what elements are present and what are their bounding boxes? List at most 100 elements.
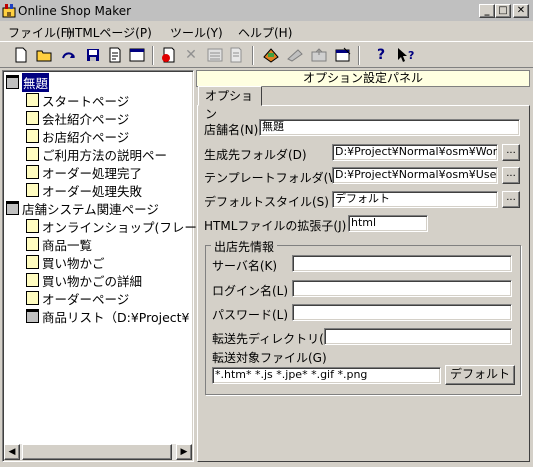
tree-node-folder[interactable]: 店舗システム関連ページ	[6, 199, 159, 217]
tree-node-page[interactable]: オンラインショップ(フレー	[26, 217, 197, 235]
tree-node-page[interactable]: 買い物かご	[26, 253, 105, 271]
page-icon	[26, 93, 39, 107]
server-input[interactable]	[292, 255, 512, 272]
password-input[interactable]	[292, 304, 512, 321]
preview-icon[interactable]	[228, 46, 246, 64]
tree-node-page[interactable]: オーダー処理完了	[26, 163, 142, 181]
tree-node-label: 商品一覧	[42, 237, 93, 253]
open-folder-icon[interactable]	[36, 46, 54, 64]
transfer-dir-input[interactable]	[324, 328, 512, 345]
close-button[interactable]: ✕	[513, 4, 529, 18]
transfer-dir-label: 転送先ディレクトリ(R)	[212, 332, 337, 346]
folder-icon	[6, 201, 19, 215]
page-icon	[26, 147, 39, 161]
maximize-button[interactable]: □	[495, 4, 511, 18]
page-icon	[26, 219, 39, 233]
page-icon	[26, 291, 39, 305]
menu-help[interactable]: ヘルプ(H)	[238, 24, 292, 41]
scroll-left-icon[interactable]: ◀	[4, 444, 20, 460]
tree-node-page[interactable]: 買い物かごの詳細	[26, 271, 142, 289]
password-label: パスワード(L)	[212, 308, 289, 322]
template-folder-browse-button[interactable]: ...	[502, 167, 520, 184]
tree-node-label: オーダー処理失敗	[42, 183, 143, 199]
tab-options[interactable]: オプション	[198, 86, 262, 121]
properties-icon[interactable]	[334, 46, 352, 64]
build-icon[interactable]	[262, 46, 280, 64]
page-icon	[26, 255, 39, 269]
tree-node-label: 会社紹介ページ	[42, 111, 130, 127]
folder-icon	[26, 309, 39, 323]
tree-node-label: 店舗システム関連ページ	[22, 201, 159, 217]
help-icon[interactable]: ?	[372, 46, 390, 64]
minimize-button[interactable]: _	[479, 4, 495, 18]
default-style-input[interactable]: デフォルト	[332, 191, 498, 208]
server-label: サーバ名(K)	[212, 259, 278, 273]
link-icon[interactable]	[286, 46, 304, 64]
tree-node-label: スタートページ	[42, 93, 130, 109]
shop-name-label: 店舗名(N)	[204, 123, 259, 137]
tree-node-page[interactable]: ご利用方法の説明ペー	[26, 145, 167, 163]
page-tree[interactable]: 無題 スタートページ 会社紹介ページ お店紹介ページ ご利用方法の説明ペー オー…	[2, 70, 197, 462]
tree-node-folder[interactable]: 商品リスト（D:¥Project¥	[26, 307, 190, 325]
tree-node-label: 無題	[22, 72, 50, 92]
tree-node-label: 買い物かご	[42, 255, 105, 271]
toolbar: ✕ ? ?	[0, 41, 533, 68]
output-folder-browse-button[interactable]: ...	[502, 144, 520, 161]
template-folder-input[interactable]: D:¥Project¥Normal¥osm¥Userfil	[332, 167, 498, 184]
tree-node-label: ご利用方法の説明ペー	[42, 147, 168, 163]
svg-text:?: ?	[408, 49, 414, 62]
delete-icon[interactable]: ✕	[182, 46, 200, 64]
scroll-thumb[interactable]	[22, 444, 172, 460]
page-icon	[26, 111, 39, 125]
login-input[interactable]	[292, 280, 512, 297]
transfer-files-input[interactable]: *.htm* *.js *.jpe* *.gif *.png	[212, 367, 441, 384]
page-icon	[26, 183, 39, 197]
list-icon[interactable]	[206, 46, 224, 64]
tree-node-label: オーダーページ	[42, 291, 130, 307]
page-icon	[26, 165, 39, 179]
html-ext-label: HTMLファイルの拡張子(J)	[204, 219, 347, 233]
tree-node-label: 買い物かごの詳細	[42, 273, 143, 289]
page-icon	[26, 237, 39, 251]
default-style-browse-button[interactable]: ...	[502, 191, 520, 208]
tree-node-root[interactable]: 無題	[6, 72, 50, 92]
tree-node-page[interactable]: オーダー処理失敗	[26, 181, 142, 199]
title-bar[interactable]: Online Shop Maker _ □ ✕	[0, 0, 533, 22]
group-title: 出店先情報	[211, 238, 278, 255]
login-label: ログイン名(L)	[212, 284, 289, 298]
app-icon	[2, 3, 16, 18]
save-icon[interactable]	[84, 46, 102, 64]
tree-node-page[interactable]: オーダーページ	[26, 289, 129, 307]
menu-file[interactable]: ファイル(F)	[8, 24, 72, 41]
template-folder-label: テンプレートフォルダ(W)	[204, 171, 345, 185]
page-icon	[26, 273, 39, 287]
tree-node-label: オンラインショップ(フレー	[42, 219, 197, 235]
menu-tools[interactable]: ツール(Y)	[170, 24, 223, 41]
shop-name-input[interactable]: 無題	[259, 119, 520, 136]
window-title: Online Shop Maker	[18, 4, 132, 18]
window-icon[interactable]	[128, 46, 146, 64]
menu-html-page[interactable]: HTMLページ(P)	[66, 24, 152, 41]
tree-node-page[interactable]: スタートページ	[26, 91, 129, 109]
menu-bar: ファイル(F) HTMLページ(P) ツール(Y) ヘルプ(H)	[0, 22, 533, 41]
context-help-icon[interactable]: ?	[396, 46, 414, 64]
redo-icon[interactable]	[60, 46, 78, 64]
upload-icon[interactable]	[310, 46, 328, 64]
output-folder-input[interactable]: D:¥Project¥Normal¥osm¥Work¥	[332, 144, 498, 161]
scroll-right-icon[interactable]: ▶	[176, 444, 192, 460]
default-button[interactable]: デフォルト	[445, 365, 515, 385]
html-ext-input[interactable]: html	[348, 215, 428, 232]
tree-node-page[interactable]: お店紹介ページ	[26, 127, 129, 145]
edit-page-icon[interactable]	[106, 46, 124, 64]
tree-horizontal-scrollbar[interactable]: ◀ ▶	[4, 444, 192, 460]
transfer-files-label: 転送対象ファイル(G)	[212, 351, 327, 365]
folder-icon	[6, 75, 19, 89]
add-page-icon[interactable]	[160, 46, 178, 64]
tree-node-page[interactable]: 会社紹介ページ	[26, 109, 129, 127]
tree-node-label: 商品リスト（D:¥Project¥	[42, 309, 190, 325]
new-file-icon[interactable]	[12, 46, 30, 64]
tree-node-page[interactable]: 商品一覧	[26, 235, 92, 253]
tree-node-label: お店紹介ページ	[42, 129, 130, 145]
output-folder-label: 生成先フォルダ(D)	[204, 148, 307, 162]
default-style-label: デフォルトスタイル(S)	[204, 195, 329, 209]
